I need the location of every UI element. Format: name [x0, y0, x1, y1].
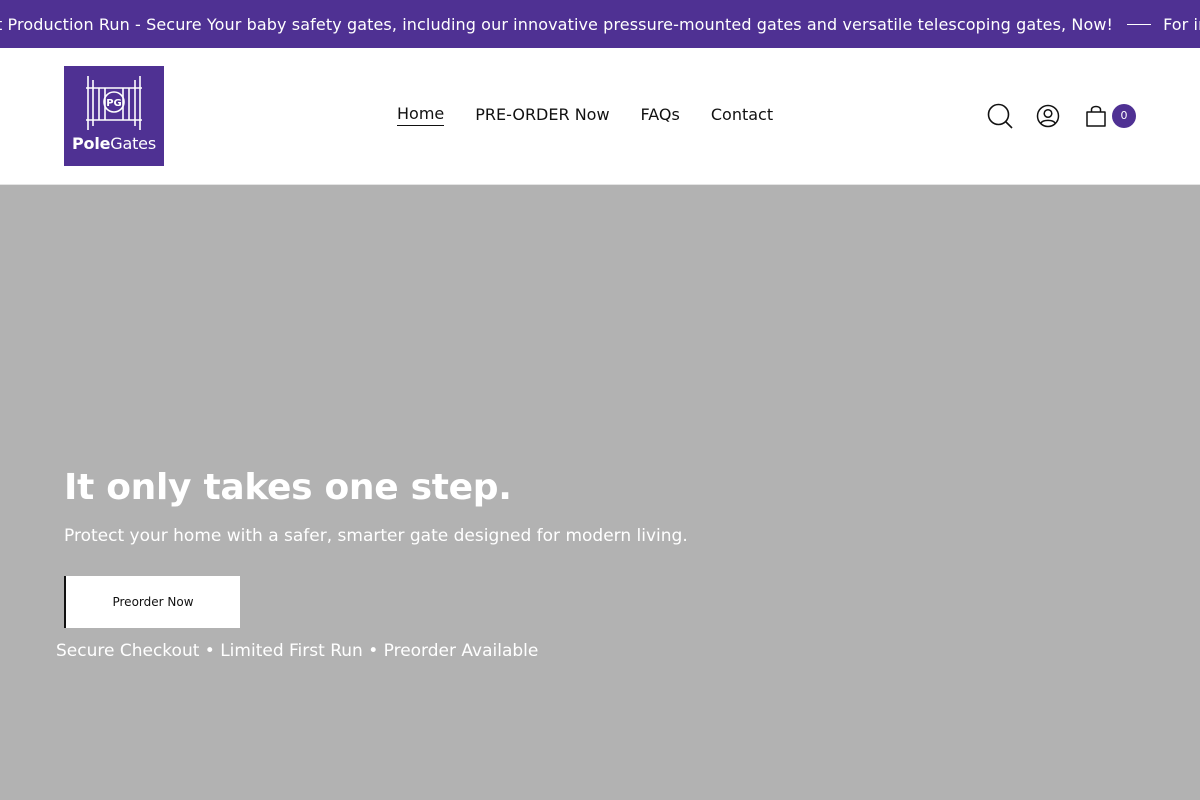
trust-line: Secure Checkout • Limited First Run • Pr…	[56, 641, 539, 661]
nav-item-faqs[interactable]: FAQs	[641, 105, 680, 126]
logo[interactable]: PG PoleGates	[64, 66, 164, 166]
main-nav: Home PRE-ORDER Now FAQs Contact	[397, 102, 804, 128]
nav-item-preorder[interactable]: PRE-ORDER Now	[475, 105, 609, 126]
account-icon[interactable]	[1034, 102, 1062, 130]
site-header: PG PoleGates Home PRE-ORDER Now FAQs Con…	[0, 48, 1200, 185]
announcement-text-next: For inqu	[1163, 14, 1200, 34]
cart-icon[interactable]	[1082, 102, 1110, 130]
search-icon[interactable]	[986, 102, 1014, 130]
cart-count-badge[interactable]: 0	[1112, 104, 1136, 128]
logo-text-bold: Pole	[72, 134, 111, 153]
hero-banner: It only takes one step. Protect your hom…	[0, 185, 1200, 800]
preorder-now-button[interactable]: Preorder Now	[64, 576, 240, 628]
logo-wordmark: PoleGates	[64, 134, 164, 153]
hero-title: It only takes one step.	[64, 467, 512, 508]
announcement-bar: t Production Run - Secure Your baby safe…	[0, 0, 1200, 48]
hero-subtitle: Protect your home with a safer, smarter …	[64, 526, 688, 546]
announcement-text: t Production Run - Secure Your baby safe…	[0, 14, 1114, 34]
nav-item-contact[interactable]: Contact	[711, 105, 773, 126]
nav-item-home[interactable]: Home	[397, 104, 445, 126]
gate-logo-icon: PG	[86, 76, 142, 130]
logo-monogram: PG	[106, 98, 122, 109]
announcement-divider	[1127, 23, 1152, 25]
logo-text-regular: Gates	[110, 134, 156, 153]
announcement-marquee: t Production Run - Secure Your baby safe…	[0, 0, 1200, 48]
